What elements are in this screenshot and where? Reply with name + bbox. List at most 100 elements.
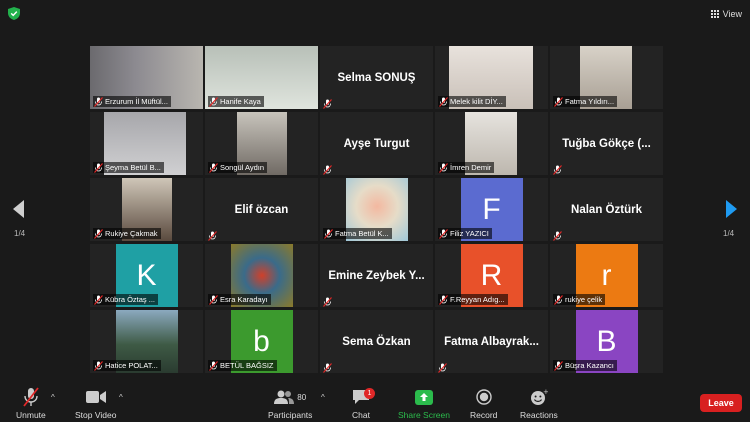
participant-tile[interactable]: b BETÜL BAĞSIZ — [205, 310, 318, 373]
muted-mic-icon — [209, 360, 218, 371]
participant-name: rukiye çelik — [565, 295, 603, 304]
muted-mic-icon — [553, 165, 562, 175]
reactions-button[interactable]: + Reactions — [520, 387, 558, 421]
participants-icon — [274, 390, 295, 404]
muted-mic-icon — [323, 363, 332, 373]
muted-mic-icon — [208, 231, 217, 241]
participant-mute-indicator — [323, 96, 334, 109]
participant-tile[interactable]: Erzurum İl Müftül... — [90, 46, 203, 109]
participant-tile[interactable]: Rukiye Çakmak — [90, 178, 203, 241]
participant-tile[interactable]: Fatma Albayrak... — [435, 310, 548, 373]
participant-tile[interactable]: Emine Zeybek Y... — [320, 244, 433, 307]
muted-mic-icon — [438, 363, 447, 373]
muted-mic-icon — [439, 162, 448, 173]
participant-tile[interactable]: Elif özcan — [205, 178, 318, 241]
muted-mic-icon — [323, 99, 332, 109]
view-button[interactable]: View — [710, 7, 742, 21]
muted-mic-icon — [439, 294, 448, 305]
participant-name: Filiz YAZICI — [450, 229, 489, 238]
participant-tile[interactable]: Şeyma Betül B... — [90, 112, 203, 175]
participant-name: Esra Karadayı — [220, 295, 268, 304]
participant-name-label: rukiye çelik — [553, 294, 606, 305]
share-screen-label: Share Screen — [398, 410, 450, 420]
record-button[interactable]: Record — [470, 387, 497, 420]
participant-mute-indicator — [323, 294, 334, 307]
participants-options-chevron-icon[interactable]: ^ — [321, 393, 325, 402]
participant-name: Songül Aydın — [220, 163, 265, 172]
muted-mic-icon — [209, 294, 218, 305]
previous-page-arrow-icon[interactable] — [13, 200, 25, 218]
participant-name-label: Hanife Kaya — [208, 96, 264, 107]
participant-name: Fatma Betül K... — [335, 229, 389, 238]
security-shield-icon[interactable] — [8, 7, 20, 20]
participant-name-label: Kübra Öztaş ... — [93, 294, 159, 305]
participant-tile[interactable]: Ayşe Turgut — [320, 112, 433, 175]
participant-name: Nalan Öztürk — [571, 203, 642, 216]
audio-options-chevron-icon[interactable]: ^ — [51, 393, 55, 402]
participant-tile[interactable]: Hatice POLAT... — [90, 310, 203, 373]
stop-video-label: Stop Video — [75, 410, 117, 420]
participant-name: Rukiye Çakmak — [105, 229, 158, 238]
muted-mic-icon — [209, 162, 218, 173]
participant-name: Elif özcan — [234, 203, 289, 216]
muted-mic-icon — [94, 294, 103, 305]
video-camera-icon — [85, 391, 106, 403]
participant-name-label: Erzurum İl Müftül... — [93, 96, 171, 107]
participant-name-label: Rukiye Çakmak — [93, 228, 161, 239]
meeting-toolbar: Unmute ^ Stop Video ^ 80 Participants ^ — [0, 383, 750, 422]
participant-name: Şeyma Betül B... — [105, 163, 161, 172]
participant-tile[interactable]: Fatma Betül K... — [320, 178, 433, 241]
participant-name: Kübra Öztaş ... — [105, 295, 156, 304]
participant-name: Melek kilit DİY... — [450, 97, 503, 106]
muted-mic-icon — [554, 96, 563, 107]
chat-label: Chat — [352, 410, 370, 420]
participant-name: Emine Zeybek Y... — [328, 269, 425, 282]
next-page-arrow-icon[interactable] — [725, 200, 737, 218]
gallery-grid-icon — [710, 10, 719, 18]
participant-tile[interactable]: Selma SONUŞ — [320, 46, 433, 109]
participant-tile[interactable]: Hanife Kaya — [205, 46, 318, 109]
video-options-chevron-icon[interactable]: ^ — [119, 393, 123, 402]
chat-unread-badge: 1 — [364, 388, 375, 399]
participant-name-label: BETÜL BAĞSIZ — [208, 360, 277, 371]
participant-tile[interactable]: Fatma Yıldırı... — [550, 46, 663, 109]
participant-tile[interactable]: İmren Demir — [435, 112, 548, 175]
top-bar: View — [0, 0, 750, 28]
participant-tile[interactable]: K Kübra Öztaş ... — [90, 244, 203, 307]
participant-name: F.Reyyan Adıg... — [450, 295, 505, 304]
participant-mute-indicator — [323, 360, 334, 373]
participant-name-label: Fatma Yıldırı... — [553, 96, 618, 107]
participant-tile[interactable]: Nalan Öztürk — [550, 178, 663, 241]
muted-mic-icon — [94, 360, 103, 371]
page-indicator-left: 1/4 — [14, 229, 26, 238]
participant-tile[interactable]: Songül Aydın — [205, 112, 318, 175]
participant-tile[interactable]: R F.Reyyan Adıg... — [435, 244, 548, 307]
participant-tile[interactable]: Tuğba Gökçe (... — [550, 112, 663, 175]
stop-video-button[interactable]: Stop Video — [75, 387, 116, 420]
record-label: Record — [470, 410, 498, 420]
reactions-label: Reactions — [520, 410, 558, 420]
muted-mic-icon — [554, 360, 563, 371]
participant-name: Fatma Albayrak... — [444, 335, 539, 348]
unmute-button[interactable]: Unmute — [16, 387, 46, 420]
svg-text:+: + — [543, 389, 548, 396]
muted-mic-icon — [94, 228, 103, 239]
muted-mic-icon — [94, 162, 103, 173]
participant-tile[interactable]: Sema Özkan — [320, 310, 433, 373]
participant-tile[interactable]: F Filiz YAZICI — [435, 178, 548, 241]
participant-name-label: Filiz YAZICI — [438, 228, 492, 239]
muted-mic-icon — [324, 228, 333, 239]
muted-mic-icon — [439, 96, 448, 107]
participant-tile[interactable]: Melek kilit DİY... — [435, 46, 548, 109]
participant-name: İmren Demir — [450, 163, 492, 172]
participant-tile[interactable]: B Büşra Kazancı — [550, 310, 663, 373]
participant-name-label: Melek kilit DİY... — [438, 96, 506, 107]
participant-name: Selma SONUŞ — [337, 71, 416, 84]
leave-button[interactable]: Leave — [700, 394, 742, 412]
muted-mic-icon — [323, 297, 332, 307]
participant-tile[interactable]: r rukiye çelik — [550, 244, 663, 307]
participant-tile[interactable]: Esra Karadayı — [205, 244, 318, 307]
participant-name: Sema Özkan — [342, 335, 411, 348]
share-screen-button[interactable]: Share Screen — [398, 387, 450, 420]
participants-button[interactable]: 80 Participants — [268, 387, 312, 420]
